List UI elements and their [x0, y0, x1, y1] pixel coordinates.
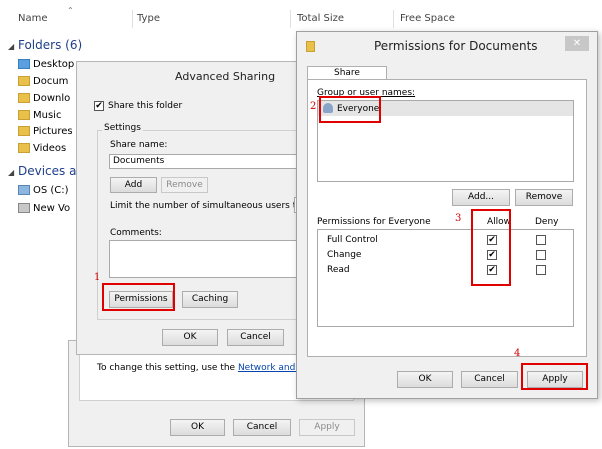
tree-item-label: Downlo: [33, 93, 71, 104]
sort-up-icon: ⌃: [67, 6, 74, 15]
tree-item-pictures[interactable]: Pictures: [18, 126, 73, 137]
deny-header: Deny: [535, 217, 559, 227]
tree-item-os-drive[interactable]: OS (C:): [18, 185, 69, 196]
share-folder-checkbox[interactable]: ✔: [94, 101, 104, 111]
permissions-for-label: Permissions for Everyone: [317, 217, 431, 227]
devices-group-label: Devices a: [17, 164, 77, 178]
column-divider: [290, 10, 291, 28]
folder-icon: [18, 59, 30, 69]
caching-button[interactable]: Caching: [182, 291, 238, 308]
tree-item-label: New Vo: [33, 203, 71, 214]
tree-item-documents[interactable]: Docum: [18, 76, 68, 87]
properties-cancel-button[interactable]: Cancel: [233, 419, 291, 436]
folder-icon: [18, 126, 30, 136]
tree-item-label: Docum: [33, 76, 69, 87]
drive-icon: [18, 185, 30, 195]
properties-ok-button[interactable]: OK: [170, 419, 225, 436]
deny-full-control-checkbox[interactable]: [536, 235, 546, 245]
permissions-cancel-button[interactable]: Cancel: [461, 371, 518, 388]
annotation-box-everyone: [319, 96, 381, 123]
annotation-number-2: 2: [310, 101, 317, 112]
column-header-name[interactable]: Name: [18, 13, 48, 24]
advanced-sharing-title: Advanced Sharing: [175, 70, 276, 83]
network-note-text: To change this setting, use the: [97, 363, 238, 373]
column-header-free-space[interactable]: Free Space: [400, 13, 455, 24]
chevron-down-icon: ◢: [8, 168, 15, 177]
folder-icon: [18, 143, 30, 153]
share-folder-label: Share this folder: [108, 101, 183, 111]
tree-item-new-volume[interactable]: New Vo: [18, 203, 70, 214]
tree-item-label: Music: [33, 110, 62, 121]
tree-item-music[interactable]: Music: [18, 110, 61, 121]
advanced-ok-button[interactable]: OK: [162, 329, 218, 346]
devices-group-header[interactable]: ◢ Devices a: [8, 164, 76, 178]
chevron-down-icon: ◢: [8, 42, 15, 51]
permissions-title: Permissions for Documents: [374, 39, 538, 53]
annotation-box-apply: [521, 363, 588, 390]
folder-icon: [18, 93, 30, 103]
annotation-number-4: 4: [514, 348, 521, 359]
permission-row-read: Read: [327, 265, 350, 275]
folder-icon: [18, 76, 30, 86]
tree-item-label: Pictures: [33, 126, 73, 137]
deny-read-checkbox[interactable]: [536, 265, 546, 275]
tree-item-label: OS (C:): [33, 185, 69, 196]
tree-item-downloads[interactable]: Downlo: [18, 93, 70, 104]
add-user-button[interactable]: Add...: [452, 189, 510, 206]
add-share-button[interactable]: Add: [110, 177, 157, 193]
annotation-box-allow: [471, 209, 511, 286]
properties-apply-button[interactable]: Apply: [299, 419, 355, 436]
tree-item-label: Desktop: [33, 59, 75, 70]
annotation-number-3: 3: [455, 213, 462, 224]
drive-icon: [18, 203, 30, 213]
column-divider: [132, 10, 133, 28]
column-header-total-size[interactable]: Total Size: [297, 13, 344, 24]
remove-share-button[interactable]: Remove: [161, 177, 208, 193]
folder-icon: [306, 41, 315, 52]
permissions-dialog: Permissions for Documents ✕ Share Permis…: [296, 31, 598, 399]
tab-share-permissions[interactable]: Share Permissions: [307, 66, 387, 91]
column-header-type[interactable]: Type: [137, 13, 160, 24]
remove-user-button[interactable]: Remove: [515, 189, 573, 206]
tree-item-label: Videos: [33, 143, 67, 154]
folders-group-header[interactable]: ◢ Folders (6): [8, 38, 82, 52]
tree-item-videos[interactable]: Videos: [18, 143, 66, 154]
close-icon[interactable]: ✕: [565, 36, 589, 51]
permissions-ok-button[interactable]: OK: [397, 371, 453, 388]
permission-row-change: Change: [327, 250, 362, 260]
share-name-field[interactable]: Documents: [109, 154, 297, 169]
tree-item-desktop[interactable]: Desktop: [18, 59, 74, 70]
share-name-label: Share name:: [110, 140, 168, 150]
column-divider: [393, 10, 394, 28]
comments-label: Comments:: [110, 228, 162, 238]
annotation-number-1: 1: [94, 272, 101, 283]
folder-icon: [18, 110, 30, 120]
deny-change-checkbox[interactable]: [536, 250, 546, 260]
limit-users-label: Limit the number of simultaneous users t…: [110, 201, 305, 211]
annotation-box-permissions: [102, 283, 175, 311]
settings-group-label: Settings: [102, 123, 143, 133]
permission-row-full-control: Full Control: [327, 235, 378, 245]
advanced-cancel-button[interactable]: Cancel: [227, 329, 284, 346]
folders-group-label: Folders (6): [17, 38, 83, 52]
comments-field[interactable]: [109, 240, 297, 278]
